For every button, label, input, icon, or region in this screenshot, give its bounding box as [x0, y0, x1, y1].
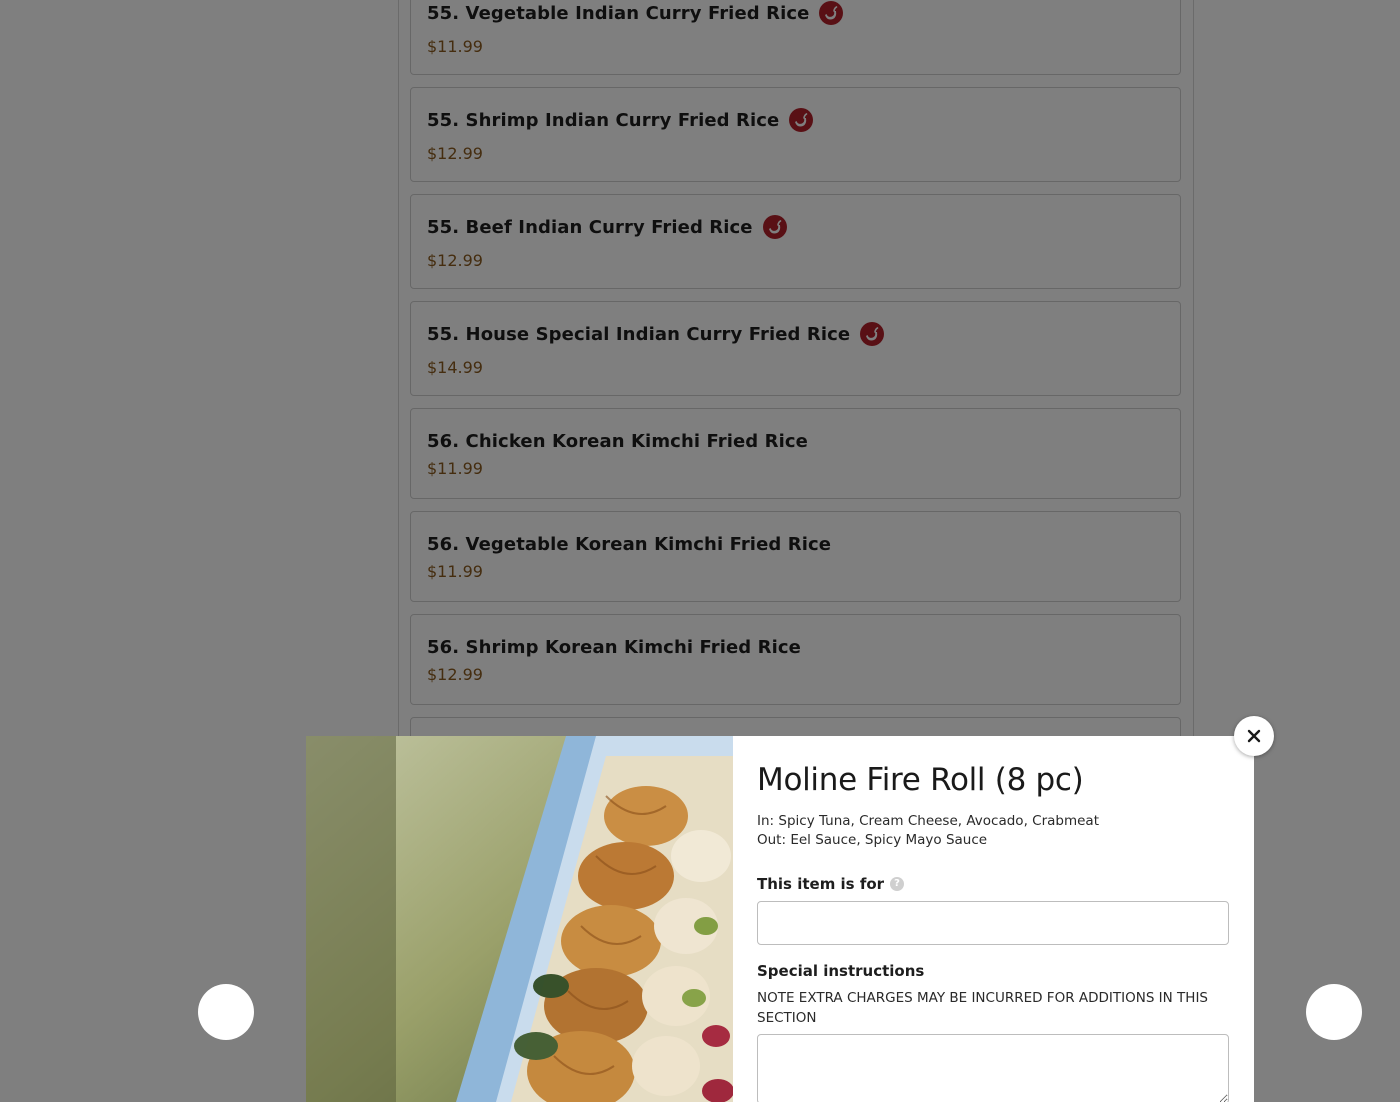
close-modal-button[interactable]	[1234, 716, 1274, 756]
item-for-label-row: This item is for ?	[757, 875, 1229, 893]
next-item-button[interactable]	[1306, 984, 1362, 1040]
ingredients-in: In: Spicy Tuna, Cream Cheese, Avocado, C…	[757, 813, 1099, 829]
special-instructions-label: Special instructions	[757, 962, 925, 980]
sushi-roll-photo-illustration	[306, 736, 733, 1102]
help-icon[interactable]: ?	[890, 877, 905, 891]
ingredients: In: Spicy Tuna, Cream Cheese, Avocado, C…	[757, 812, 1229, 850]
item-for-label: This item is for	[757, 875, 885, 893]
item-photo	[306, 736, 733, 1102]
ingredients-out: Out: Eel Sauce, Spicy Mayo Sauce	[757, 832, 988, 848]
modal-body: Moline Fire Roll (8 pc) In: Spicy Tuna, …	[757, 736, 1229, 1102]
special-instructions-textarea[interactable]	[757, 1034, 1229, 1102]
special-instructions-note: NOTE EXTRA CHARGES MAY BE INCURRED FOR A…	[757, 990, 1209, 1026]
previous-item-button[interactable]	[198, 984, 254, 1040]
item-for-input[interactable]	[757, 901, 1229, 945]
item-title: Moline Fire Roll (8 pc)	[757, 762, 1084, 798]
close-icon	[1247, 729, 1261, 743]
item-detail-modal: Moline Fire Roll (8 pc) In: Spicy Tuna, …	[306, 736, 1254, 1102]
